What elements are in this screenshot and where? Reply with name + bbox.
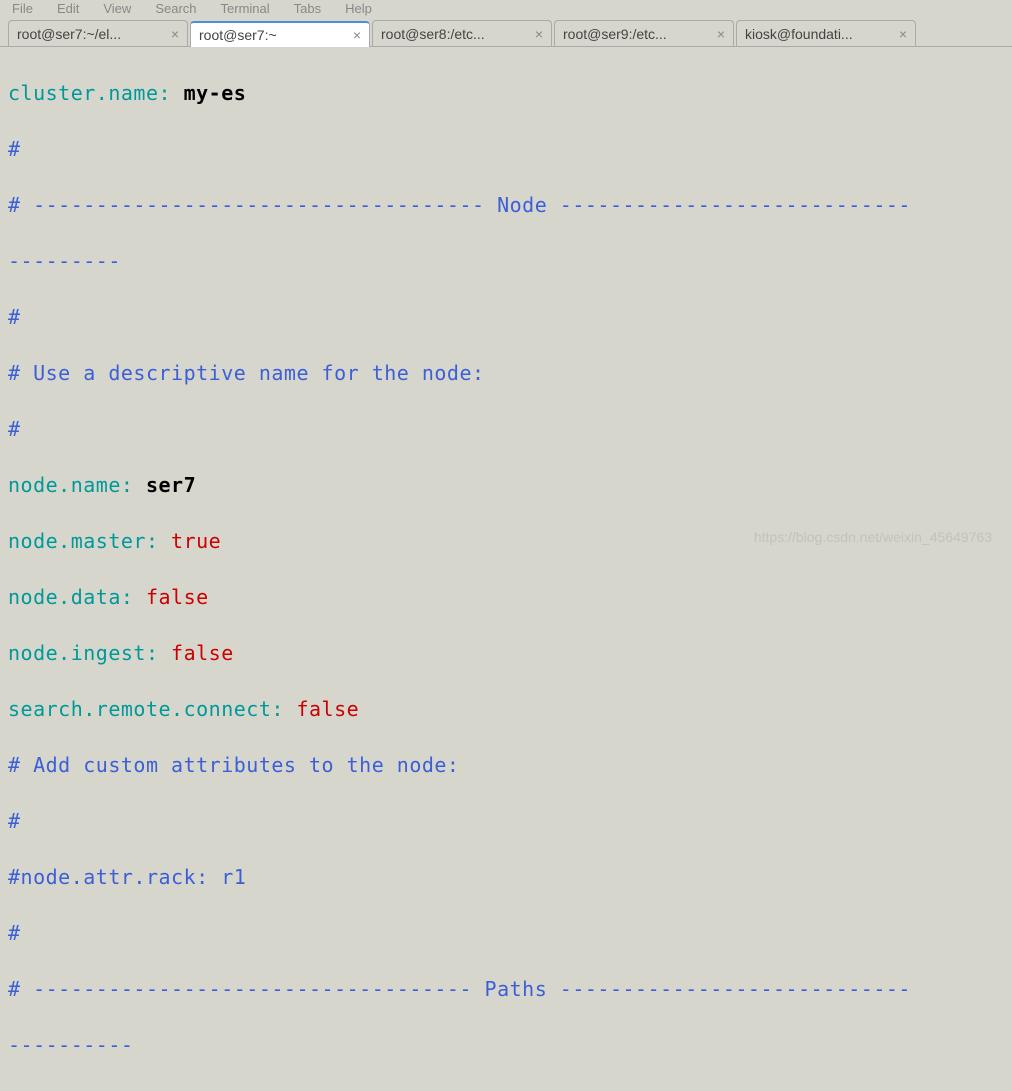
menu-help[interactable]: Help (345, 1, 372, 16)
yaml-key: node.ingest (8, 641, 146, 665)
comment-line: # (8, 303, 1004, 331)
menu-view[interactable]: View (103, 1, 131, 16)
config-line: node.ingest: false (8, 639, 1004, 667)
menu-bar: File Edit View Search Terminal Tabs Help (0, 0, 1012, 16)
tab-2[interactable]: root@ser8:/etc... × (372, 20, 552, 46)
yaml-key: node.name (8, 473, 121, 497)
config-line: node.name: ser7 (8, 471, 1004, 499)
tab-4[interactable]: kiosk@foundati... × (736, 20, 916, 46)
yaml-value: false (171, 641, 234, 665)
close-icon[interactable]: × (717, 26, 725, 42)
menu-terminal[interactable]: Terminal (221, 1, 270, 16)
config-line: search.remote.connect: false (8, 695, 1004, 723)
menu-edit[interactable]: Edit (57, 1, 79, 16)
yaml-value: ser7 (146, 473, 196, 497)
comment-line: # (8, 135, 1004, 163)
tab-3[interactable]: root@ser9:/etc... × (554, 20, 734, 46)
section-header-paths: # ----------------------------------- Pa… (8, 975, 1004, 1003)
config-line: cluster.name: my-es (8, 79, 1004, 107)
tab-0[interactable]: root@ser7:~/el... × (8, 20, 188, 46)
tab-label: kiosk@foundati... (745, 26, 853, 42)
yaml-key: node.master (8, 529, 146, 553)
comment-line: # (8, 919, 1004, 947)
menu-tabs[interactable]: Tabs (294, 1, 321, 16)
tab-bar: root@ser7:~/el... × root@ser7:~ × root@s… (0, 16, 1012, 47)
tab-label: root@ser7:~/el... (17, 26, 121, 42)
comment-line: # (8, 415, 1004, 443)
tab-1[interactable]: root@ser7:~ × (190, 21, 370, 47)
tab-label: root@ser8:/etc... (381, 26, 485, 42)
close-icon[interactable]: × (899, 26, 907, 42)
tab-label: root@ser9:/etc... (563, 26, 667, 42)
comment-line: # Use a descriptive name for the node: (8, 359, 1004, 387)
yaml-value: false (296, 697, 359, 721)
yaml-value: true (171, 529, 221, 553)
terminal-content[interactable]: cluster.name: my-es # # ----------------… (0, 47, 1012, 1091)
yaml-value: my-es (184, 81, 247, 105)
comment-line: ---------- (8, 1031, 1004, 1059)
yaml-key: cluster.name (8, 81, 159, 105)
menu-file[interactable]: File (12, 1, 33, 16)
close-icon[interactable]: × (353, 27, 361, 43)
comment-line: # (8, 807, 1004, 835)
tab-label: root@ser7:~ (199, 27, 277, 43)
config-line: node.data: false (8, 583, 1004, 611)
yaml-key: node.data (8, 585, 121, 609)
yaml-value: false (146, 585, 209, 609)
watermark: https://blog.csdn.net/weixin_45649763 (754, 529, 992, 545)
close-icon[interactable]: × (171, 26, 179, 42)
comment-line: --------- (8, 247, 1004, 275)
menu-search[interactable]: Search (155, 1, 196, 16)
section-header-node: # ------------------------------------ N… (8, 191, 1004, 219)
yaml-key: search.remote.connect (8, 697, 271, 721)
comment-line: #node.attr.rack: r1 (8, 863, 1004, 891)
comment-line: # Add custom attributes to the node: (8, 751, 1004, 779)
close-icon[interactable]: × (535, 26, 543, 42)
